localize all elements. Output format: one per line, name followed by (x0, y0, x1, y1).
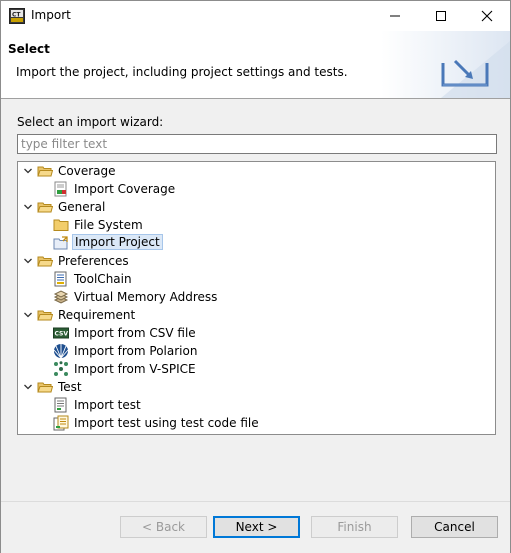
tree-category-label: General (58, 200, 106, 214)
tree-item-label: Import Coverage (74, 182, 176, 196)
tree-item-label: Virtual Memory Address (74, 290, 218, 304)
tree-item-label: Import from CSV file (74, 326, 196, 340)
tree-item-label: Import test using test code file (74, 416, 259, 430)
tree-item-file-system[interactable]: File System (18, 216, 488, 234)
wizard-tree[interactable]: Coverage Import Coverage General File Sy… (17, 161, 496, 435)
folder-open-icon (37, 202, 53, 213)
svg-text:CSV: CSV (55, 331, 69, 338)
svg-text:CT: CT (12, 12, 21, 19)
tree-category-coverage[interactable]: Coverage (18, 162, 488, 180)
tree-item-import-project[interactable]: Import Project (18, 234, 488, 252)
close-button[interactable] (464, 1, 510, 31)
tree-item-label: Import from V-SPICE (74, 362, 196, 376)
chevron-down-icon[interactable] (23, 310, 33, 320)
folder-open-icon (37, 310, 53, 321)
tree-item-import-from-vspice[interactable]: Import from V-SPICE (18, 360, 488, 378)
title-bar[interactable]: CT Import (1, 1, 510, 31)
banner-title: Select (8, 42, 50, 56)
tree-item-label: Import Project (72, 234, 163, 250)
tree-item-virtual-memory-address[interactable]: Virtual Memory Address (18, 288, 488, 306)
project-import-icon (53, 236, 68, 250)
folder-open-icon (37, 382, 53, 393)
vspice-icon (54, 361, 68, 376)
tree-category-label: Preferences (58, 254, 129, 268)
import-dialog: CT Import Select Import the project, inc… (0, 0, 511, 553)
tree-category-test[interactable]: Test (18, 378, 488, 396)
banner-description: Import the project, including project se… (16, 65, 348, 79)
tree-item-label: Import from Polarion (74, 344, 198, 358)
tree-category-requirement[interactable]: Requirement (18, 306, 488, 324)
coverage-icon (54, 181, 67, 197)
tree-item-label: ToolChain (74, 272, 132, 286)
wizard-list-label: Select an import wizard: (17, 115, 164, 129)
minimize-button[interactable] (372, 1, 418, 31)
wizard-content: Select an import wizard: Coverage Import… (1, 99, 510, 501)
tree-item-import-coverage[interactable]: Import Coverage (18, 180, 488, 198)
cancel-button[interactable]: Cancel (411, 516, 498, 538)
tree-category-label: Requirement (58, 308, 136, 322)
test-code-icon (53, 415, 69, 431)
memory-icon (53, 290, 69, 304)
filter-input[interactable] (17, 134, 497, 154)
tree-item-toolchain[interactable]: ToolChain (18, 270, 488, 288)
window-title: Import (31, 8, 71, 22)
folder-open-icon (37, 256, 53, 267)
chevron-down-icon[interactable] (23, 256, 33, 266)
tree-item-import-test-code[interactable]: Import test using test code file (18, 414, 488, 432)
tree-item-import-from-csv[interactable]: CSV Import from CSV file (18, 324, 488, 342)
close-icon (481, 10, 493, 22)
csv-icon: CSV (53, 327, 69, 339)
finish-button[interactable]: Finish (311, 516, 398, 538)
minimize-icon (390, 15, 400, 17)
tree-category-label: Coverage (58, 164, 116, 178)
button-bar: < Back Next > Finish Cancel (1, 501, 510, 553)
wizard-banner: Select Import the project, including pro… (1, 31, 510, 99)
test-file-icon (54, 397, 67, 413)
maximize-button[interactable] (418, 1, 464, 31)
chevron-down-icon[interactable] (23, 202, 33, 212)
tree-category-general[interactable]: General (18, 198, 488, 216)
tree-item-label: File System (74, 218, 143, 232)
app-icon: CT (9, 8, 25, 24)
tree-item-import-from-polarion[interactable]: Import from Polarion (18, 342, 488, 360)
folder-open-icon (37, 166, 53, 177)
chevron-down-icon[interactable] (23, 166, 33, 176)
folder-icon (53, 219, 69, 231)
next-button[interactable]: Next > (213, 516, 300, 538)
tree-category-preferences[interactable]: Preferences (18, 252, 488, 270)
maximize-icon (436, 11, 446, 21)
tree-item-label: Import test (74, 398, 141, 412)
toolchain-icon (54, 271, 67, 287)
polarion-icon (53, 344, 69, 359)
tree-item-import-test[interactable]: Import test (18, 396, 488, 414)
chevron-down-icon[interactable] (23, 382, 33, 392)
back-button[interactable]: < Back (120, 516, 207, 538)
import-banner-icon (381, 31, 510, 98)
tree-category-label: Test (58, 380, 82, 394)
